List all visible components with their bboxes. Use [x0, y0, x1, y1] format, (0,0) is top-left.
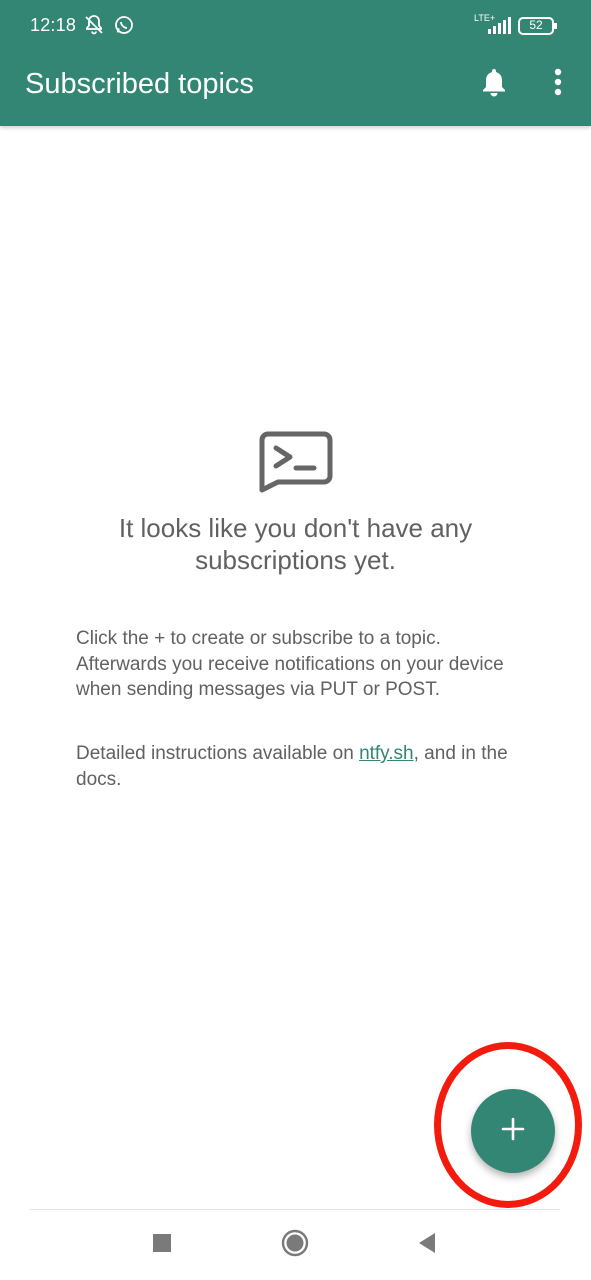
empty-state-details: Detailed instructions available on ntfy.… [76, 741, 516, 792]
terminal-message-icon [258, 430, 334, 494]
overflow-menu-icon [553, 67, 563, 102]
add-subscription-button[interactable] [471, 1089, 555, 1173]
page-title: Subscribed topics [25, 68, 254, 100]
home-button[interactable] [278, 1228, 312, 1262]
bell-icon [480, 67, 508, 102]
empty-state-description: Click the + to create or subscribe to a … [76, 628, 504, 700]
recents-square-icon [152, 1233, 172, 1258]
app-header: 12:18 LTE+ 52 Subscribed topics [0, 0, 591, 126]
muted-bell-icon [82, 13, 106, 37]
nav-divider [30, 1209, 560, 1210]
status-time: 12:18 [30, 15, 77, 35]
notifications-button[interactable] [472, 62, 516, 106]
details-prefix: Detailed instructions available on [76, 743, 360, 764]
signal-icon [486, 15, 512, 35]
overflow-menu-button[interactable] [536, 62, 580, 106]
empty-state-title: It looks like you don't have any subscri… [118, 513, 473, 575]
plus-icon [500, 1116, 526, 1147]
back-triangle-icon [417, 1232, 437, 1259]
home-circle-icon [281, 1229, 309, 1262]
recents-button[interactable] [145, 1228, 179, 1262]
battery-level: 52 [529, 18, 543, 32]
whatsapp-icon [112, 13, 136, 37]
back-button[interactable] [410, 1228, 444, 1262]
ntfy-link[interactable]: ntfy.sh [359, 743, 414, 764]
